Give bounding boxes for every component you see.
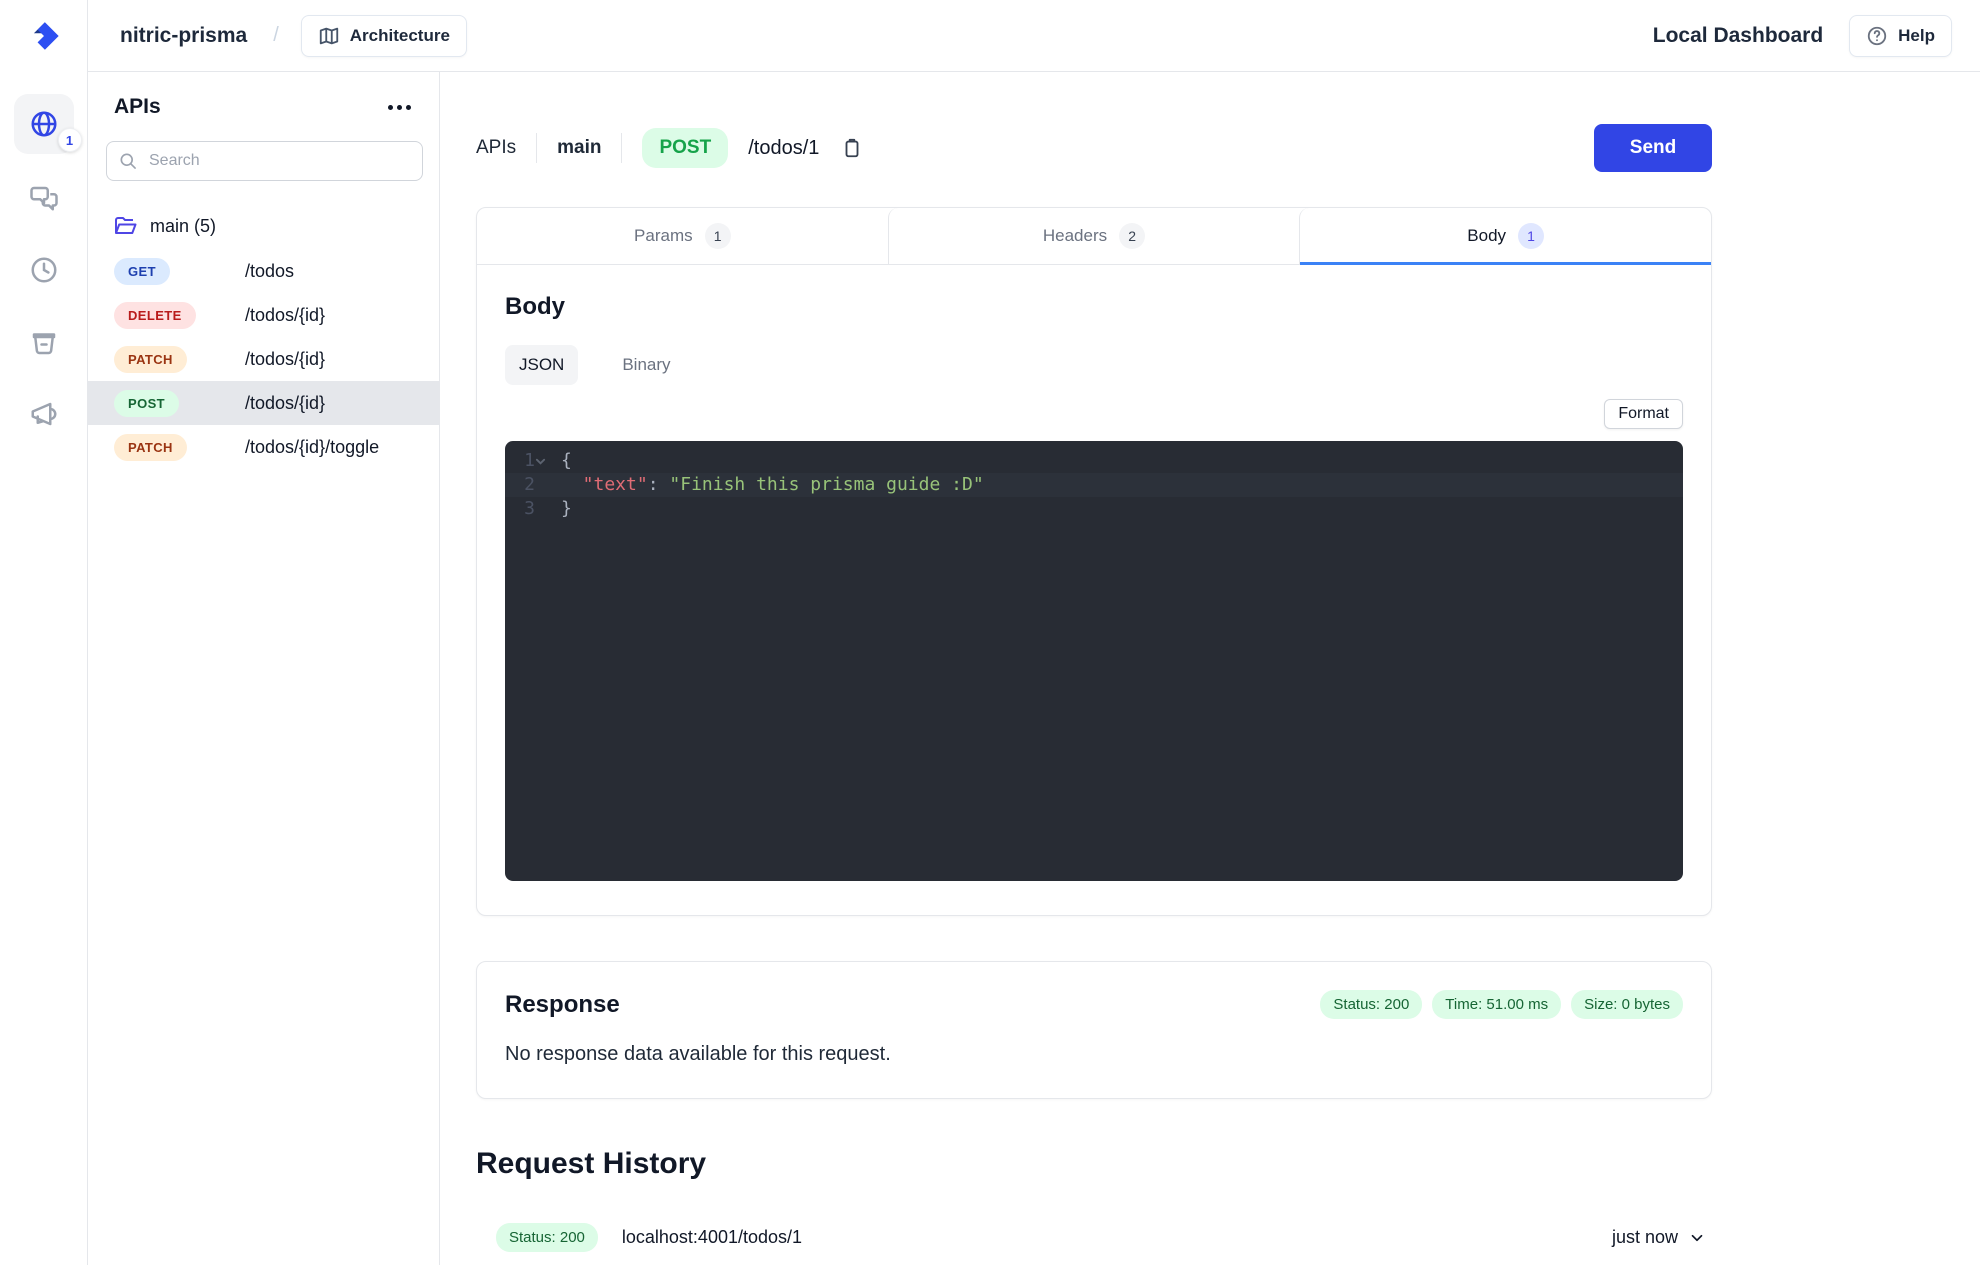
rail-item-schedules[interactable] xyxy=(16,242,72,298)
request-path: /todos/1 xyxy=(748,136,820,159)
project-name: nitric-prisma xyxy=(120,23,248,47)
apis-count-badge: 1 xyxy=(57,128,82,152)
help-icon xyxy=(1867,26,1887,45)
response-time-badge: Time: 51.00 ms xyxy=(1432,990,1562,1019)
history-url: localhost:4001/todos/1 xyxy=(621,1227,803,1247)
method-badge: PATCH xyxy=(114,433,187,461)
breadcrumb-api-main[interactable]: main xyxy=(557,137,601,159)
request-tabs: Params 1 Headers 2 Body 1 xyxy=(477,208,1711,265)
top-bar: nitric-prisma / Architecture Local Dashb… xyxy=(88,0,1980,72)
search-icon xyxy=(120,153,136,169)
history-time-dropdown[interactable]: just now xyxy=(1612,1227,1706,1248)
chat-bubbles-icon xyxy=(29,186,58,211)
route-path: /todos/{id} xyxy=(245,392,326,413)
nitric-logo-icon xyxy=(33,22,59,50)
editor-line: 1 { xyxy=(524,450,572,471)
api-folder-label: main (5) xyxy=(150,215,217,236)
copy-path-button[interactable] xyxy=(841,137,863,159)
tab-headers[interactable]: Headers 2 xyxy=(887,208,1300,264)
tab-headers-count: 2 xyxy=(1119,223,1146,249)
search-input[interactable] xyxy=(106,141,423,181)
method-badge: DELETE xyxy=(114,301,196,329)
route-list: GET /todos DELETE /todos/{id} PATCH /tod… xyxy=(88,249,439,469)
nitric-logo[interactable] xyxy=(0,0,87,72)
help-label: Help xyxy=(1898,25,1935,45)
map-icon xyxy=(319,27,338,44)
tab-body[interactable]: Body 1 xyxy=(1299,208,1711,265)
bucket-icon xyxy=(32,333,55,355)
help-button[interactable]: Help xyxy=(1849,14,1952,57)
tab-body-count: 1 xyxy=(1518,223,1545,249)
tab-params[interactable]: Params 1 xyxy=(477,208,888,264)
route-patch-todo[interactable]: PATCH /todos/{id} xyxy=(88,337,439,381)
breadcrumb-separator: / xyxy=(273,24,279,46)
route-path: /todos/{id} xyxy=(245,348,326,369)
clipboard-icon xyxy=(845,138,859,158)
body-heading: Body xyxy=(505,293,565,320)
request-method-badge: POST xyxy=(642,128,729,168)
body-mode-toggle: JSON Binary xyxy=(505,345,1683,385)
divider xyxy=(621,133,623,163)
rail-item-topics[interactable] xyxy=(16,386,72,442)
request-history-heading: Request History xyxy=(476,1147,707,1180)
response-empty-message: No response data available for this requ… xyxy=(505,1043,891,1065)
method-badge: GET xyxy=(114,257,170,285)
globe-icon xyxy=(31,111,56,137)
body-pane: Body JSON Binary Format 1 {2 "text": "… xyxy=(477,265,1711,915)
request-bar: APIs main POST /todos/1 Send xyxy=(476,124,1712,172)
folder-open-icon xyxy=(115,217,137,234)
route-path: /todos/{id} xyxy=(245,304,326,325)
format-button[interactable]: Format xyxy=(1604,399,1683,429)
clock-icon xyxy=(31,257,56,283)
sidebar-menu-button[interactable] xyxy=(386,99,413,116)
editor-line: 3 } xyxy=(524,498,572,519)
route-patch-todo-toggle[interactable]: PATCH /todos/{id}/toggle xyxy=(88,425,439,469)
response-size-badge: Size: 0 bytes xyxy=(1571,990,1683,1019)
request-breadcrumb: APIs main POST /todos/1 xyxy=(476,128,863,168)
route-delete-todo[interactable]: DELETE /todos/{id} xyxy=(88,293,439,337)
rail-item-storage[interactable] xyxy=(16,314,72,370)
request-card: Params 1 Headers 2 Body 1 Body JSON Bina… xyxy=(476,207,1712,916)
mode-json[interactable]: JSON xyxy=(505,345,579,385)
api-folder-main[interactable]: main (5) xyxy=(88,211,439,241)
chevron-down-icon xyxy=(1691,1234,1703,1241)
apis-sidebar: APIs main (5) GET xyxy=(88,72,440,1265)
main-content: APIs main POST /todos/1 Send Params 1 He… xyxy=(440,72,1980,1265)
response-heading: Response xyxy=(505,990,620,1018)
architecture-label: Architecture xyxy=(349,25,450,45)
app-root: 1 nitric-prisma / Architecture Local Das… xyxy=(0,0,1980,1265)
history-status-badge: Status: 200 xyxy=(496,1223,598,1252)
response-card: Response Status: 200 Time: 51.00 ms Size… xyxy=(476,961,1712,1099)
divider xyxy=(536,133,538,163)
json-body-editor[interactable]: 1 { 2 "text": "Finish this prisma guide … xyxy=(505,441,1683,881)
fold-chevron-icon[interactable] xyxy=(535,456,561,467)
method-badge: PATCH xyxy=(114,345,187,373)
route-path: /todos/{id}/toggle xyxy=(245,436,380,457)
route-get-todos[interactable]: GET /todos xyxy=(88,249,439,293)
editor-line-active: 2 "text": "Finish this prisma guide :D" xyxy=(505,473,1683,497)
route-post-todo[interactable]: POST /todos/{id} xyxy=(88,381,439,425)
breadcrumb-apis[interactable]: APIs xyxy=(476,137,516,159)
rail-item-apis[interactable]: 1 xyxy=(13,94,82,154)
route-path: /todos xyxy=(245,260,295,281)
local-dashboard-label: Local Dashboard xyxy=(1652,23,1824,47)
mode-binary[interactable]: Binary xyxy=(608,345,684,385)
architecture-button[interactable]: Architecture xyxy=(300,14,467,57)
megaphone-icon xyxy=(31,402,56,426)
method-badge: POST xyxy=(114,389,179,417)
history-row[interactable]: Status: 200 localhost:4001/todos/1 just … xyxy=(476,1209,1712,1265)
response-status-badge: Status: 200 xyxy=(1320,990,1423,1019)
sidebar-title: APIs xyxy=(114,95,161,118)
icon-rail: 1 xyxy=(0,0,88,1265)
rail-item-websockets[interactable] xyxy=(16,170,72,226)
send-button[interactable]: Send xyxy=(1594,124,1712,172)
tab-params-count: 1 xyxy=(704,223,731,249)
